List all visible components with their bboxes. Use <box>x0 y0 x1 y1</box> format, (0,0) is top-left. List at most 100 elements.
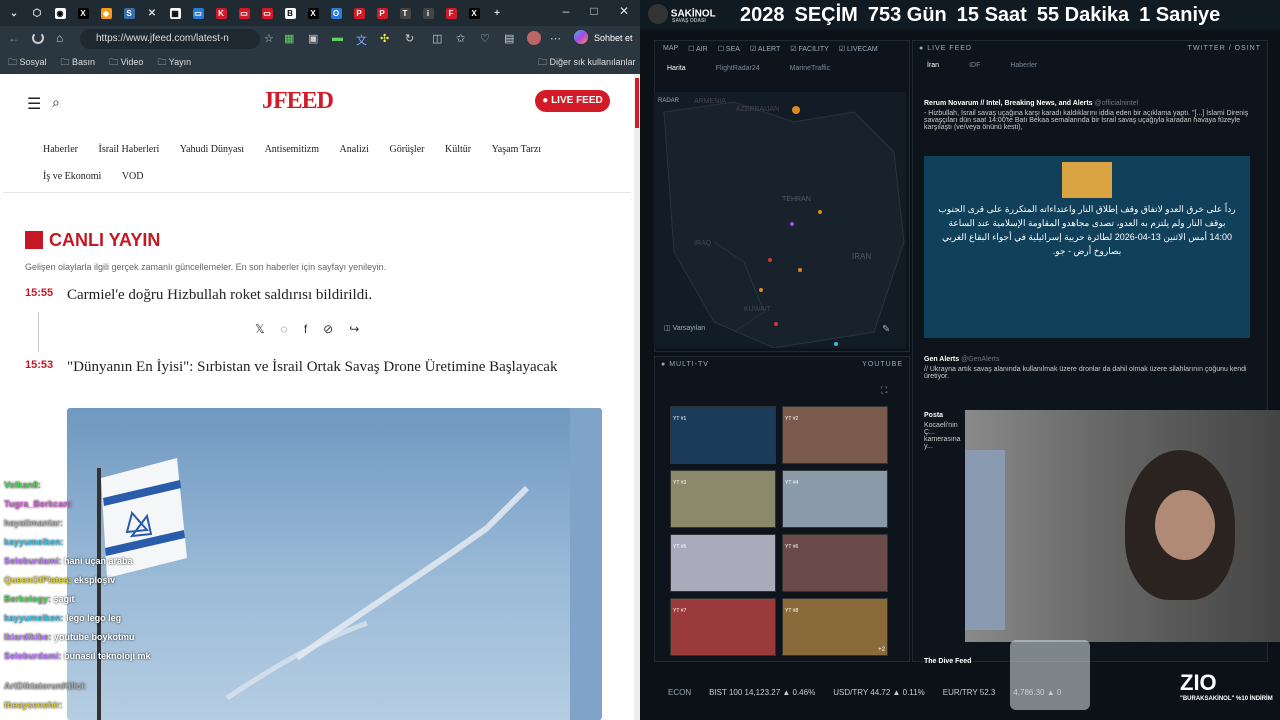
home-icon[interactable]: ⌂ <box>56 31 63 45</box>
share-link-icon[interactable]: ⊘ <box>323 322 333 336</box>
menu-icon[interactable]: ☰ <box>27 94 41 114</box>
map-marker[interactable] <box>818 210 822 214</box>
share-x-icon[interactable]: 𝕏 <box>255 322 265 336</box>
bookmark-sosyal[interactable]: 🗀 Sosyal <box>8 55 47 71</box>
search-icon[interactable]: ⌕ <box>52 94 60 111</box>
map-marker[interactable] <box>768 258 772 262</box>
tab-i[interactable]: i <box>418 4 438 22</box>
map-marker[interactable] <box>790 222 794 226</box>
fullscreen-icon[interactable]: ⛶ <box>881 385 887 396</box>
avatar[interactable] <box>527 31 541 45</box>
filter-livecam[interactable]: ☑ LIVECAM <box>839 45 878 53</box>
tv-tile[interactable]: YT #5 <box>670 534 776 592</box>
nav-item[interactable]: Yaşam Tarzı <box>492 136 541 163</box>
nav-item[interactable]: Kültür <box>445 136 471 163</box>
feed-item[interactable]: Gen Alerts @GenAlerts // Ukrayna artık s… <box>924 356 1250 380</box>
nav-item[interactable]: Analizi <box>340 136 369 163</box>
favorite-star-icon[interactable]: ☆ <box>264 32 274 45</box>
nav-item[interactable]: İş ve Ekonomi <box>43 163 101 190</box>
feed-item[interactable]: Rerum Novarum // Intel, Breaking News, a… <box>924 100 1250 131</box>
tab-jfeed[interactable]: ◉ <box>50 4 70 22</box>
tab-x3[interactable]: X <box>464 4 484 22</box>
tab-p2[interactable]: P <box>372 4 392 22</box>
tv-tile[interactable]: YT #6 <box>782 534 888 592</box>
minimize-icon[interactable]: – <box>556 4 576 22</box>
tab-x2[interactable]: X <box>303 4 323 22</box>
map-view[interactable]: RADAR ARMENIA AZERBAIJAN TEHRAN IRAN IRA… <box>654 92 906 348</box>
map-marker[interactable] <box>774 322 778 326</box>
tab-red2[interactable]: ▭ <box>257 4 277 22</box>
filter-air[interactable]: ☐ AIR <box>688 45 708 53</box>
extension-icon-1[interactable]: ▦ <box>284 32 294 45</box>
chat-button[interactable]: Sohbet et <box>594 33 633 43</box>
tab-news1[interactable]: ▦ <box>165 4 185 22</box>
tab-list-icon[interactable]: ⌄ <box>4 4 24 22</box>
bookmark-video[interactable]: 🗀 Video <box>109 55 143 71</box>
extension-icon-4[interactable]: ✣ <box>380 32 389 45</box>
collections-icon[interactable]: ▤ <box>504 32 514 45</box>
refresh-icon[interactable]: ↻ <box>405 32 414 45</box>
feed-image[interactable]: رداً على خرق العدو لاتفاق وقف إطلاق النا… <box>924 156 1250 338</box>
bookmark-yayin[interactable]: 🗀 Yayın <box>157 55 191 71</box>
share-icon[interactable]: ↪ <box>349 322 359 336</box>
item-headline[interactable]: "Dünyanın En İyisi": Sırbistan ve İsrail… <box>67 356 587 378</box>
tab-o[interactable]: O <box>326 4 346 22</box>
nav-item[interactable]: Yahudi Dünyası <box>180 136 244 163</box>
tv-tile[interactable]: YT #3 <box>670 470 776 528</box>
tab-news2[interactable]: ▭ <box>188 4 208 22</box>
bookmark-basin[interactable]: 🗀 Basın <box>61 55 96 71</box>
window-close-icon[interactable]: ✕ <box>614 4 634 22</box>
tv-tile[interactable]: YT #4 <box>782 470 888 528</box>
tab-iran[interactable]: İran <box>927 62 939 69</box>
other-bookmarks[interactable]: 🗀 Diğer sık kullanılanlar <box>538 55 636 71</box>
extension-icon-2[interactable]: ▣ <box>308 32 318 45</box>
live-feed-button[interactable]: ● LIVE FEED <box>535 90 610 112</box>
item-headline[interactable]: Carmiel'e doğru Hizbullah roket saldırıs… <box>67 284 587 306</box>
workspaces-icon[interactable]: ⬡ <box>27 4 47 22</box>
translate-icon[interactable]: 文 <box>356 32 367 48</box>
maximize-icon[interactable]: □ <box>584 4 604 22</box>
nav-item[interactable]: Görüşler <box>389 136 424 163</box>
site-logo[interactable]: JFEED <box>262 88 334 115</box>
tab-orange[interactable]: ◆ <box>96 4 116 22</box>
feed-item[interactable]: Posta Kocaeli'nin Ç... kamerasına y... <box>924 412 964 450</box>
tab-s[interactable]: S <box>119 4 139 22</box>
map-marker[interactable] <box>834 342 838 346</box>
new-tab-icon[interactable]: + <box>487 4 507 22</box>
tab-x[interactable]: X <box>73 4 93 22</box>
map-marker[interactable] <box>759 288 763 292</box>
tab-idf[interactable]: IDF <box>969 62 980 69</box>
filter-facility[interactable]: ☑ FACILITY <box>790 45 829 53</box>
tab-k[interactable]: K <box>211 4 231 22</box>
tab-haberler[interactable]: Haberler <box>1010 62 1037 69</box>
nav-item[interactable]: İsrail Haberleri <box>98 136 159 163</box>
extension-icon-3[interactable]: ▬ <box>332 32 343 44</box>
tab-flightradar[interactable]: FlightRadar24 <box>716 65 760 72</box>
tab-marinetraffic[interactable]: MarineTraffic <box>790 65 830 72</box>
map-marker[interactable] <box>792 106 800 114</box>
tv-tile[interactable]: YT #7 <box>670 598 776 656</box>
tab-f[interactable]: F <box>441 4 461 22</box>
nav-item[interactable]: Antisemitizm <box>265 136 319 163</box>
tab-t[interactable]: T <box>395 4 415 22</box>
browser-essentials-icon[interactable]: ♡ <box>480 32 490 45</box>
copilot-icon[interactable] <box>574 30 588 44</box>
share-facebook-icon[interactable]: f <box>304 322 307 336</box>
back-icon[interactable]: ← <box>8 31 20 45</box>
map-marker[interactable] <box>798 268 802 272</box>
share-whatsapp-icon[interactable]: ◌ <box>281 322 288 336</box>
filter-sea[interactable]: ☐ SEA <box>718 45 740 53</box>
tab-close-icon[interactable]: ✕ <box>142 4 162 22</box>
tab-harita[interactable]: Harita <box>667 65 686 72</box>
edit-icon[interactable]: ✎ <box>882 324 890 335</box>
tv-tile[interactable]: YT #1 <box>670 406 776 464</box>
map-reset-button[interactable]: ◫ Varsayılan <box>664 324 705 332</box>
more-icon[interactable]: ⋯ <box>550 32 561 45</box>
tab-red1[interactable]: ▭ <box>234 4 254 22</box>
loading-icon[interactable] <box>32 32 44 44</box>
favorites-icon[interactable]: ✩ <box>456 32 465 45</box>
url-field[interactable]: https://www.jfeed.com/latest-n <box>80 29 260 49</box>
nav-item[interactable]: VOD <box>122 163 144 190</box>
split-screen-icon[interactable]: ◫ <box>432 32 442 45</box>
tv-tile[interactable]: YT #8 +2 <box>782 598 888 656</box>
